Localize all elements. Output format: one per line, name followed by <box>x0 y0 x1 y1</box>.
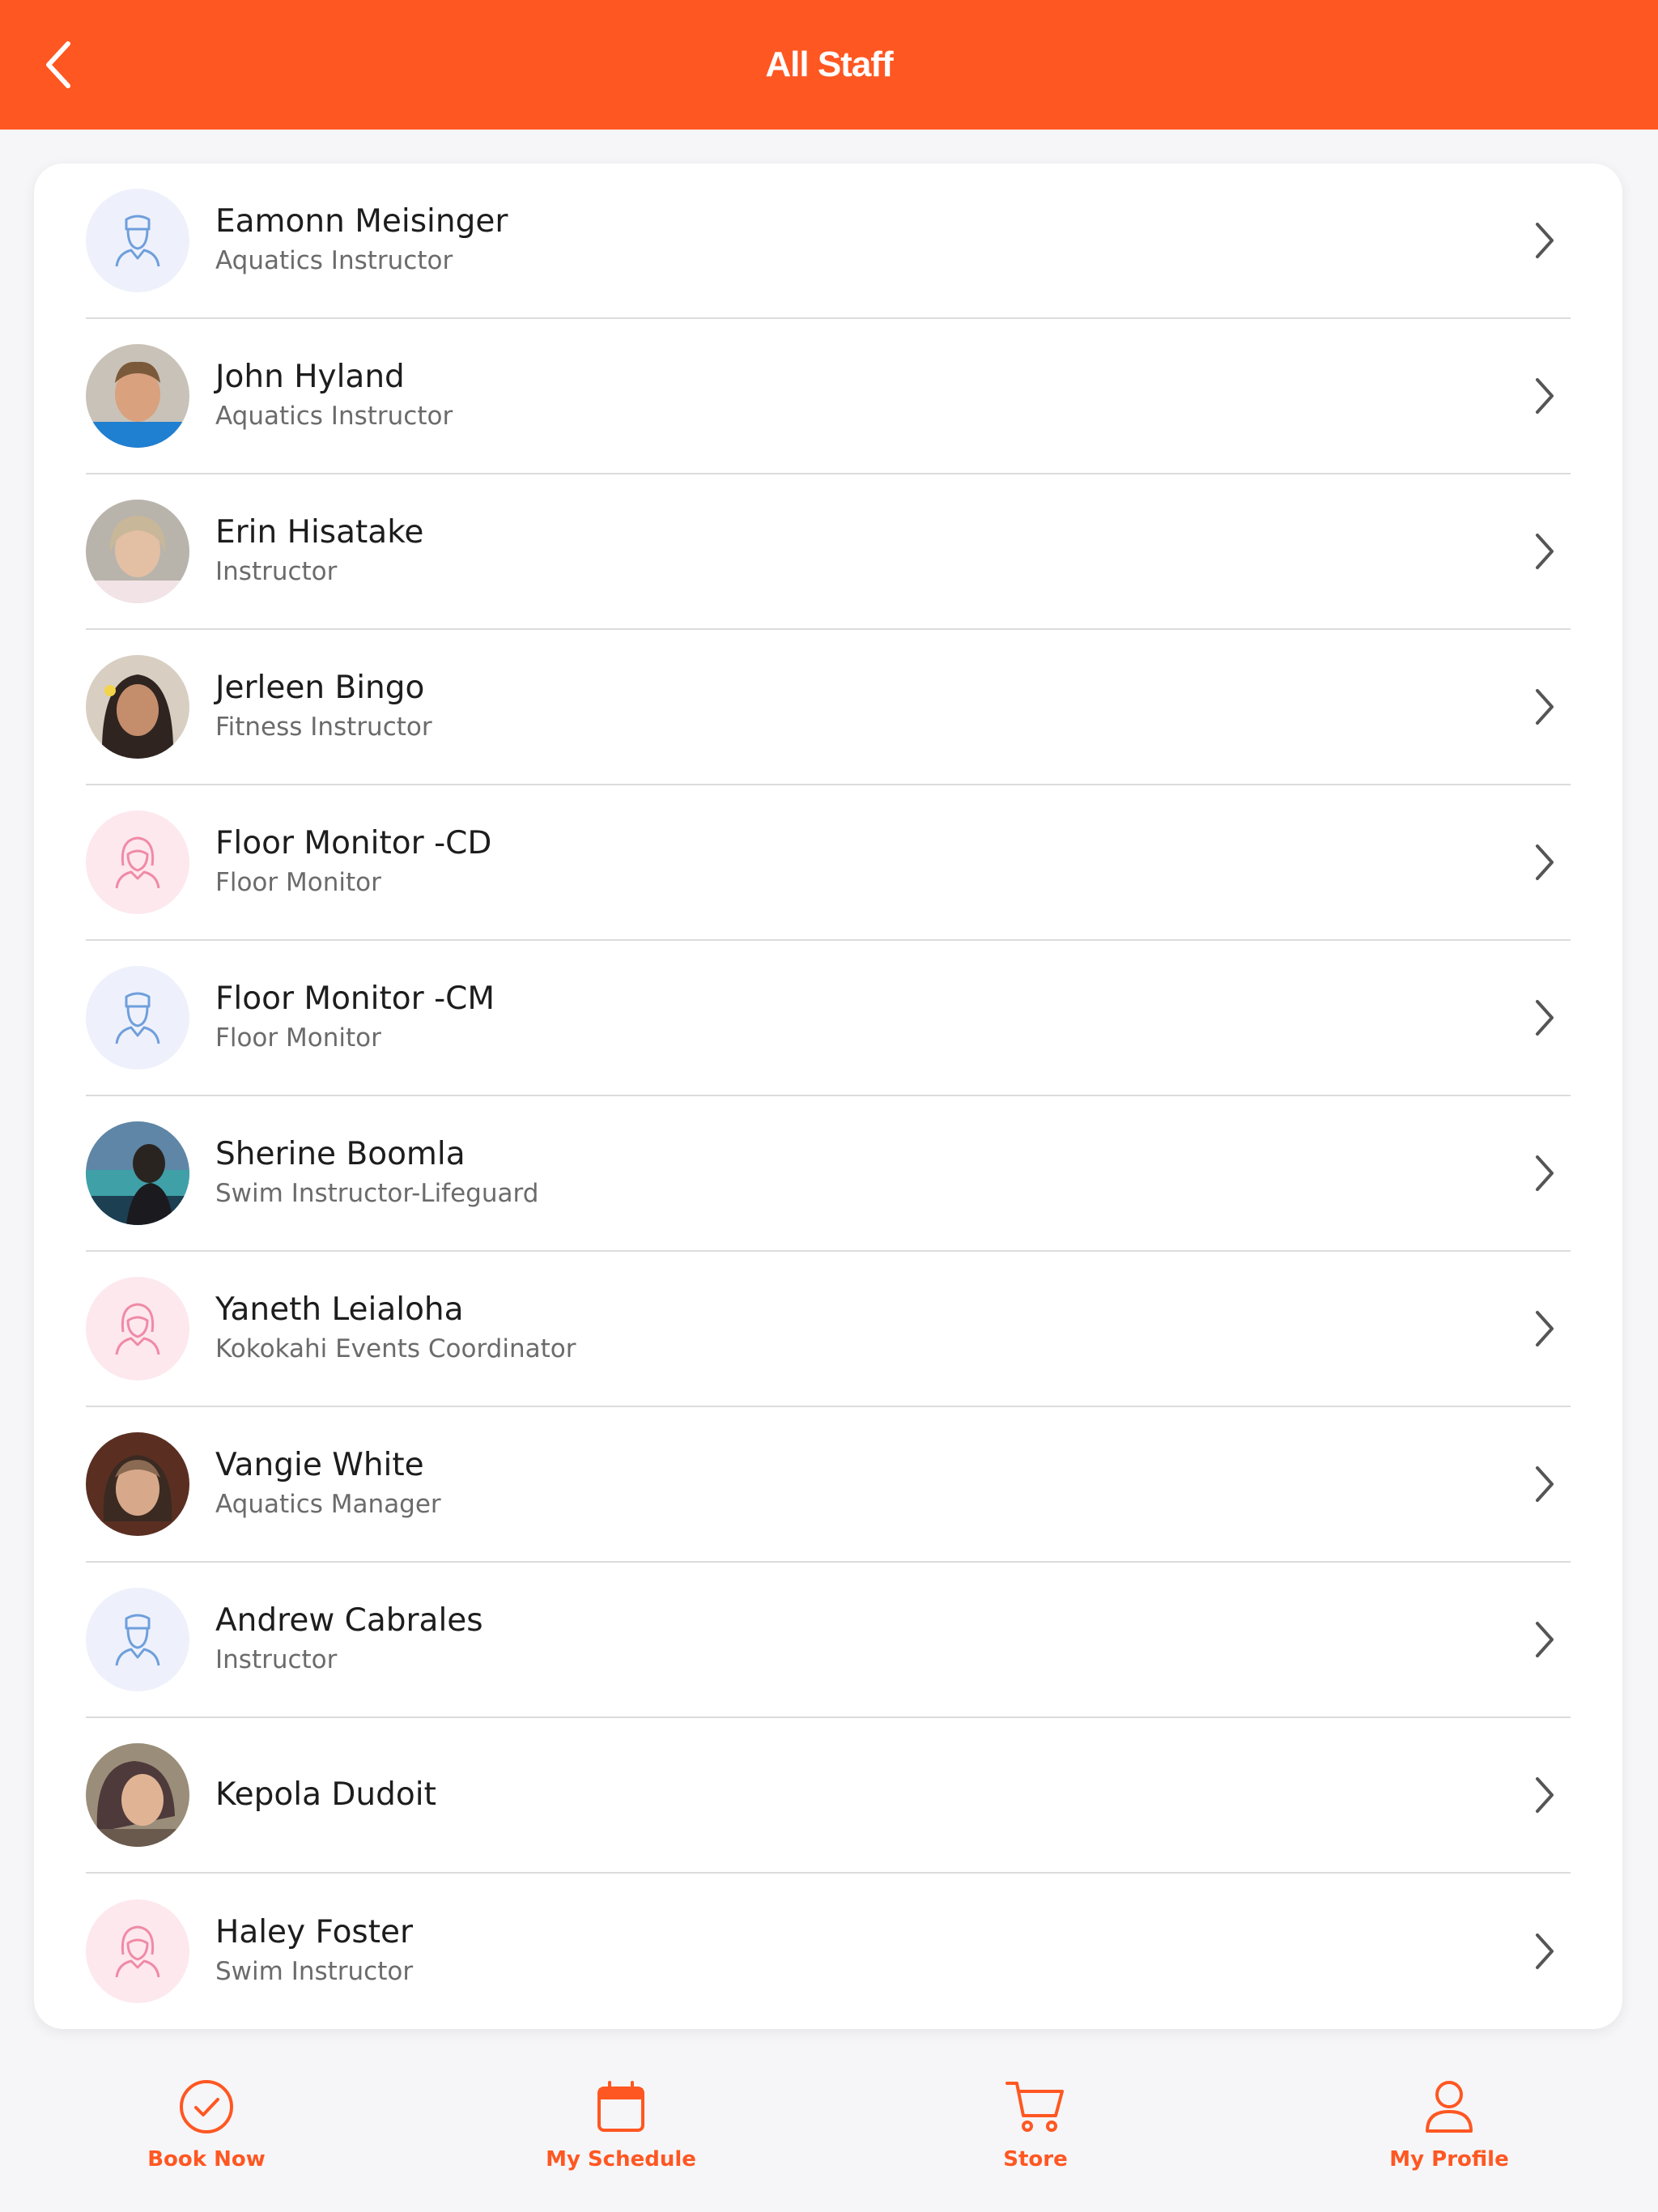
shopping-cart-icon <box>1003 2074 1068 2139</box>
chevron-right-icon <box>1527 1771 1562 1819</box>
staff-name: Jerleen Bingo <box>215 670 425 706</box>
avatar-photo <box>86 1432 189 1536</box>
chevron-right-icon <box>1527 993 1562 1042</box>
chevron-right-icon <box>1527 1304 1562 1353</box>
staff-row[interactable]: Andrew Cabrales Instructor <box>86 1563 1571 1718</box>
female-avatar-icon <box>86 1277 189 1380</box>
staff-row[interactable]: Haley Foster Swim Instructor <box>86 1874 1571 2029</box>
tab-label: Book Now <box>147 2147 266 2172</box>
staff-role: Fitness Instructor <box>215 713 432 742</box>
staff-role: Aquatics Instructor <box>215 246 453 275</box>
staff-row[interactable]: Sherine Boomla Swim Instructor-Lifeguard <box>86 1096 1571 1252</box>
staff-role: Floor Monitor <box>215 1023 381 1053</box>
staff-name: Andrew Cabrales <box>215 1602 483 1639</box>
staff-name: Floor Monitor -CM <box>215 981 495 1017</box>
staff-row[interactable]: John Hyland Aquatics Instructor <box>86 319 1571 474</box>
staff-row[interactable]: Yaneth Leialoha Kokokahi Events Coordina… <box>86 1252 1571 1407</box>
tab-book-now[interactable]: Book Now <box>77 2057 336 2212</box>
staff-row[interactable]: Erin Hisatake Instructor <box>86 474 1571 630</box>
staff-role: Swim Instructor-Lifeguard <box>215 1179 539 1208</box>
tab-label: Store <box>1003 2147 1068 2172</box>
avatar-photo <box>86 1743 189 1847</box>
chevron-right-icon <box>1527 372 1562 420</box>
app-header: All Staff <box>0 0 1658 130</box>
staff-name: Floor Monitor -CD <box>215 825 492 861</box>
staff-row[interactable]: Kepola Dudoit <box>86 1718 1571 1874</box>
avatar-photo <box>86 655 189 759</box>
avatar-photo <box>86 344 189 448</box>
tab-my-schedule[interactable]: My Schedule <box>491 2057 750 2212</box>
staff-role: Floor Monitor <box>215 868 381 897</box>
female-avatar-icon <box>86 810 189 914</box>
staff-role: Aquatics Instructor <box>215 402 453 431</box>
staff-role: Instructor <box>215 557 338 586</box>
staff-list: Eamonn Meisinger Aquatics Instructor Joh… <box>34 164 1622 2029</box>
male-avatar-icon <box>86 189 189 292</box>
chevron-right-icon <box>1527 1927 1562 1976</box>
staff-name: Kepola Dudoit <box>215 1776 436 1813</box>
check-circle-icon <box>174 2074 239 2139</box>
chevron-left-icon <box>46 41 70 88</box>
page-title: All Staff <box>765 45 893 84</box>
staff-row[interactable]: Vangie White Aquatics Manager <box>86 1407 1571 1563</box>
chevron-right-icon <box>1527 838 1562 887</box>
staff-name: Haley Foster <box>215 1914 414 1950</box>
staff-role: Instructor <box>215 1645 338 1674</box>
staff-name: Eamonn Meisinger <box>215 203 508 240</box>
chevron-right-icon <box>1527 1615 1562 1664</box>
female-avatar-icon <box>86 1899 189 2003</box>
staff-name: Erin Hisatake <box>215 514 424 551</box>
chevron-right-icon <box>1527 216 1562 265</box>
bottom-tab-bar: Book Now My Schedule Store My Profile <box>0 2057 1658 2212</box>
staff-name: Sherine Boomla <box>215 1136 466 1172</box>
chevron-right-icon <box>1527 683 1562 731</box>
tab-store[interactable]: Store <box>906 2057 1165 2212</box>
staff-row[interactable]: Eamonn Meisinger Aquatics Instructor <box>86 164 1571 319</box>
staff-name: Vangie White <box>215 1447 424 1483</box>
chevron-right-icon <box>1527 527 1562 576</box>
tab-label: My Schedule <box>546 2147 696 2172</box>
back-button[interactable] <box>24 31 92 99</box>
chevron-right-icon <box>1527 1460 1562 1508</box>
tab-label: My Profile <box>1389 2147 1509 2172</box>
staff-role: Kokokahi Events Coordinator <box>215 1334 576 1363</box>
staff-role: Aquatics Manager <box>215 1490 441 1519</box>
avatar-photo <box>86 1121 189 1225</box>
user-icon <box>1417 2074 1482 2139</box>
staff-name: Yaneth Leialoha <box>215 1291 464 1328</box>
calendar-icon <box>589 2074 653 2139</box>
chevron-right-icon <box>1527 1149 1562 1197</box>
staff-row[interactable]: Floor Monitor -CM Floor Monitor <box>86 941 1571 1096</box>
staff-name: John Hyland <box>215 359 405 395</box>
avatar-photo <box>86 500 189 603</box>
staff-role: Swim Instructor <box>215 1957 414 1986</box>
tab-my-profile[interactable]: My Profile <box>1320 2057 1579 2212</box>
male-avatar-icon <box>86 1588 189 1691</box>
staff-row[interactable]: Jerleen Bingo Fitness Instructor <box>86 630 1571 785</box>
staff-row[interactable]: Floor Monitor -CD Floor Monitor <box>86 785 1571 941</box>
male-avatar-icon <box>86 966 189 1070</box>
